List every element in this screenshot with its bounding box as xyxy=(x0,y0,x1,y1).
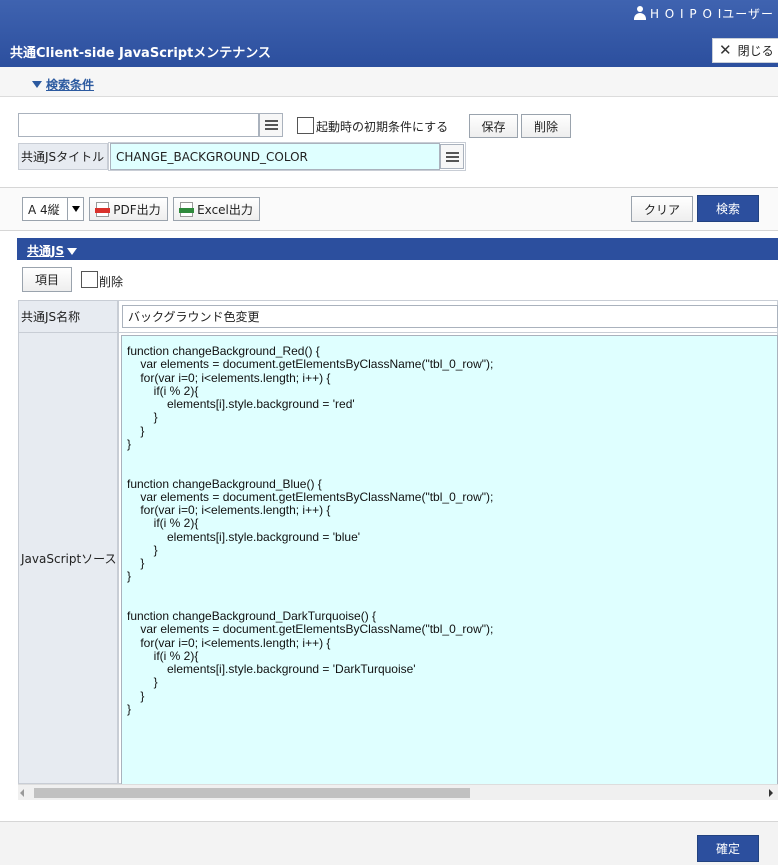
scrollbar-thumb[interactable] xyxy=(34,788,470,798)
code-line: var elements = document.getElementsByCla… xyxy=(127,489,494,504)
js-name-label: 共通JS名称 xyxy=(18,300,118,333)
section-toggle[interactable]: 共通JS xyxy=(27,242,78,259)
excel-export-label: Excel出力 xyxy=(197,202,253,217)
js-name-input[interactable]: バックグラウンド色変更 xyxy=(122,305,778,328)
code-line: function changeBackground_DarkTurquoise(… xyxy=(127,609,377,623)
paper-size-select[interactable]: A 4縦 xyxy=(22,197,84,221)
code-line: function changeBackground_Red() { xyxy=(127,344,320,358)
code-line: if(i % 2){ xyxy=(127,648,199,663)
code-line: } xyxy=(127,688,145,703)
condition-list-button[interactable] xyxy=(259,113,283,137)
pdf-export-button[interactable]: PDF出力 xyxy=(89,197,168,221)
page-title: 共通Client-side JavaScriptメンテナンス xyxy=(10,46,272,61)
user-info[interactable]: H O I P O Iユーザー xyxy=(633,4,774,22)
initial-condition-label: 起動時の初期条件にする xyxy=(316,120,449,134)
search-conditions-toggle[interactable]: 検索条件 xyxy=(32,76,94,93)
code-line: } xyxy=(127,423,145,438)
user-name: H O I P O Iユーザー xyxy=(649,6,774,21)
code-line: elements[i].style.background = 'red' xyxy=(127,397,355,411)
search-conditions-label: 検索条件 xyxy=(46,78,95,92)
js-title-input[interactable]: CHANGE_BACKGROUND_COLOR xyxy=(110,143,440,170)
list-icon xyxy=(264,120,278,130)
save-button[interactable]: 保存 xyxy=(469,114,518,138)
delete-record-checkbox[interactable] xyxy=(81,271,98,288)
code-line: elements[i].style.background = 'blue' xyxy=(127,529,361,544)
code-line: if(i % 2){ xyxy=(127,516,199,531)
code-line: for(var i=0; i<elements.length; i++) { xyxy=(127,370,331,385)
delete-record-label: 削除 xyxy=(99,275,124,289)
delete-condition-button[interactable]: 削除 xyxy=(521,114,571,138)
item-button[interactable]: 項目 xyxy=(22,267,72,292)
footer-bar xyxy=(0,821,778,865)
scroll-left-icon[interactable] xyxy=(20,789,24,797)
close-icon: ✕ xyxy=(719,41,732,59)
close-label: 閉じる xyxy=(737,44,774,58)
code-line: for(var i=0; i<elements.length; i++) { xyxy=(127,503,331,517)
close-button[interactable]: ✕ 閉じる xyxy=(712,38,778,63)
user-icon xyxy=(633,6,647,20)
clear-button[interactable]: クリア xyxy=(631,196,693,222)
code-line: } xyxy=(127,569,132,584)
paper-size-value: A 4縦 xyxy=(28,202,60,217)
code-line: var elements = document.getElementsByCla… xyxy=(127,357,494,372)
js-title-label: 共通JSタイトル xyxy=(18,143,108,170)
initial-condition-checkbox[interactable] xyxy=(297,117,314,134)
condition-select-input[interactable] xyxy=(18,113,259,137)
select-arrow-icon xyxy=(67,198,83,220)
search-button[interactable]: 検索 xyxy=(697,195,759,222)
code-line: for(var i=0; i<elements.length; i++) { xyxy=(127,635,331,650)
chevron-down-icon xyxy=(67,248,78,255)
js-source-label: JavaScriptソース xyxy=(18,332,118,784)
code-line: if(i % 2){ xyxy=(127,383,199,398)
section-header: 共通JS xyxy=(17,238,778,260)
list-icon xyxy=(445,151,459,162)
confirm-button[interactable]: 確定 xyxy=(697,835,759,862)
code-line: function changeBackground_Blue() { xyxy=(127,476,322,491)
excel-export-button[interactable]: Excel出力 xyxy=(173,197,260,221)
code-line: } xyxy=(127,436,132,451)
code-line: } xyxy=(127,675,158,690)
excel-icon xyxy=(179,201,195,217)
chevron-down-icon xyxy=(32,81,42,88)
app-header: H O I P O Iユーザー 共通Client-side JavaScript… xyxy=(0,0,778,67)
code-line: } xyxy=(127,410,158,425)
search-conditions-bar: 検索条件 xyxy=(0,67,778,97)
section-title: 共通JS xyxy=(27,244,65,258)
js-source-textarea[interactable]: function changeBackground_Red() { var el… xyxy=(121,335,778,785)
code-line: } xyxy=(127,701,132,716)
scroll-right-icon[interactable] xyxy=(769,789,773,797)
horizontal-scrollbar[interactable] xyxy=(18,784,778,800)
code-line: } xyxy=(127,542,158,557)
pdf-export-label: PDF出力 xyxy=(113,202,161,217)
code-line: } xyxy=(127,556,145,570)
js-title-list-button[interactable] xyxy=(440,144,464,169)
pdf-icon xyxy=(95,201,111,217)
code-line: elements[i].style.background = 'DarkTurq… xyxy=(127,662,416,676)
code-line: var elements = document.getElementsByCla… xyxy=(127,622,494,637)
